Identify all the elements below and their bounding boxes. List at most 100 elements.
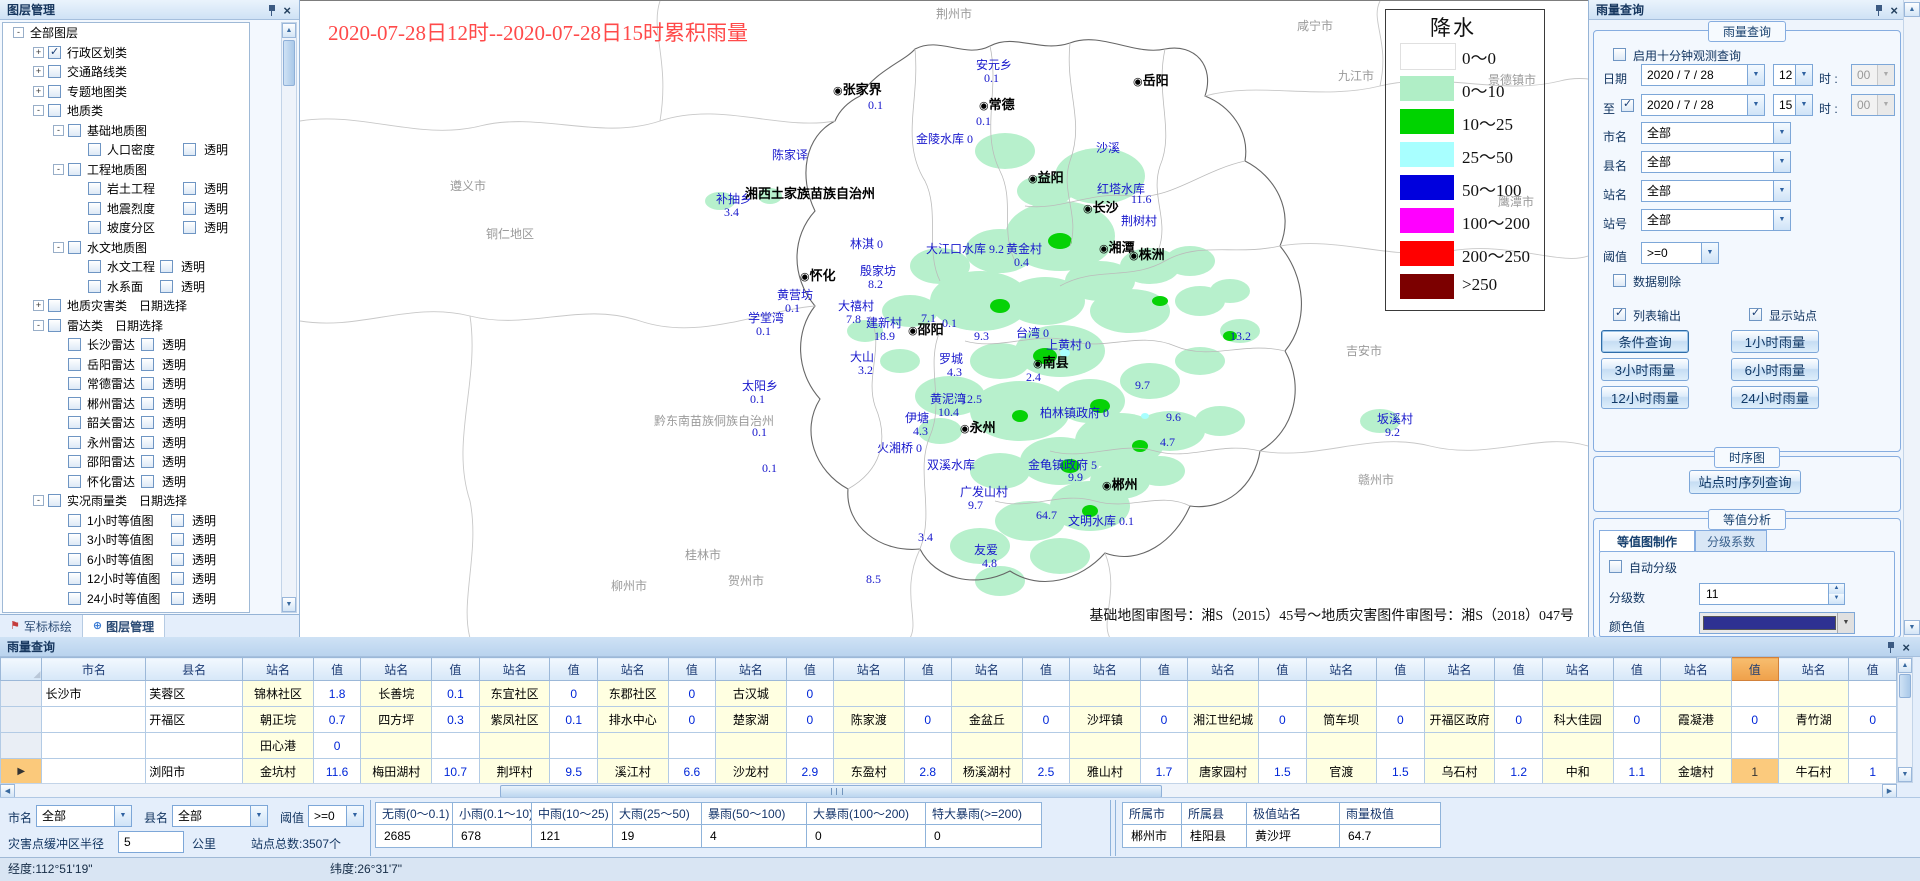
col-value[interactable]: 值 [1259, 658, 1307, 681]
col-value[interactable]: 值 [786, 658, 834, 681]
cell-station[interactable]: 乌石村 [1424, 759, 1495, 784]
cell-value[interactable] [1259, 733, 1307, 759]
cell-value[interactable] [550, 733, 598, 759]
date-select-link[interactable]: 日期选择 [139, 492, 187, 509]
layer-checkbox[interactable] [68, 338, 81, 351]
cell-station[interactable]: 东郡社区 [597, 681, 668, 707]
cell-value[interactable] [1495, 681, 1543, 707]
cell-station[interactable]: 紫凤社区 [479, 707, 550, 733]
transparent-checkbox[interactable] [183, 221, 196, 234]
tree-expander-icon[interactable]: - [53, 242, 64, 253]
cell-value[interactable]: 1.7 [1140, 759, 1188, 784]
tree-item-1小时等值图[interactable]: 1小时等值图透明 [3, 511, 249, 531]
layer-checkbox[interactable] [68, 572, 81, 585]
col-value[interactable]: 值 [313, 658, 361, 681]
col-county[interactable]: 县名 [146, 658, 243, 681]
layer-checkbox[interactable] [68, 592, 81, 605]
tree-item-24小时等值图[interactable]: 24小时等值图透明 [3, 589, 249, 609]
cell-station[interactable]: 官渡 [1306, 759, 1376, 784]
tree-item-3小时等值图[interactable]: 3小时等值图透明 [3, 530, 249, 550]
ten-minute-checkbox[interactable] [1613, 48, 1626, 61]
cell-value[interactable]: 0.3 [432, 707, 480, 733]
tree-item-工程地质图[interactable]: -工程地质图 [3, 160, 249, 180]
cell-value[interactable]: 0 [668, 707, 716, 733]
scroll-left-icon[interactable]: ◀ [0, 784, 15, 798]
tree-item-6小时等值图[interactable]: 6小时等值图透明 [3, 550, 249, 570]
tree-item-专题地图类[interactable]: +专题地图类 [3, 82, 249, 102]
cell-value[interactable]: 0 [1849, 707, 1897, 733]
cell-value[interactable] [1495, 733, 1543, 759]
cell-value[interactable] [1377, 681, 1425, 707]
cell-station[interactable] [479, 733, 550, 759]
cell-value[interactable] [1849, 733, 1897, 759]
close-icon[interactable]: × [1902, 641, 1910, 654]
show-stations-checkbox[interactable] [1749, 308, 1762, 321]
tree-item-地质类[interactable]: -地质类 [3, 101, 249, 121]
col-value[interactable]: 值 [904, 658, 952, 681]
auto-grade-checkbox[interactable] [1609, 560, 1622, 573]
col-station[interactable]: 站名 [361, 658, 432, 681]
cell-station[interactable]: 沙坪镇 [1070, 707, 1140, 733]
row-selector[interactable] [1, 707, 42, 733]
scrollbar-thumb[interactable] [283, 40, 295, 86]
date-from-combo[interactable]: 2020 / 7 / 28▼ [1641, 64, 1765, 86]
transparent-checkbox[interactable] [160, 280, 173, 293]
layer-checkbox[interactable] [68, 416, 81, 429]
date-select-link[interactable]: 日期选择 [139, 297, 187, 314]
transparent-checkbox[interactable] [183, 182, 196, 195]
cell-value[interactable] [904, 733, 952, 759]
panel-scrollbar[interactable]: ▲ ▼ [1903, 0, 1920, 637]
cell-station[interactable]: 中和 [1542, 759, 1613, 784]
cell-value[interactable] [432, 733, 480, 759]
cell-value[interactable]: 9.5 [550, 759, 598, 784]
tree-expander-icon[interactable]: + [33, 86, 44, 97]
cell-station[interactable] [952, 681, 1023, 707]
scroll-up-icon[interactable]: ▲ [1898, 658, 1912, 673]
cell-station[interactable]: 霞凝港 [1661, 707, 1731, 733]
cell-station[interactable]: 牛石村 [1778, 759, 1848, 784]
transparent-checkbox[interactable] [141, 377, 154, 390]
col-station[interactable]: 站名 [834, 658, 904, 681]
cell-value[interactable]: 10.7 [432, 759, 480, 784]
layer-checkbox[interactable] [68, 124, 81, 137]
layer-checkbox[interactable] [68, 241, 81, 254]
col-value[interactable]: 值 [1140, 658, 1188, 681]
table-row[interactable]: 田心港0 [1, 733, 1897, 759]
city-combo[interactable]: 全部▼ [1641, 122, 1791, 144]
cell-value[interactable]: 0 [313, 733, 361, 759]
scroll-up-icon[interactable]: ▲ [1904, 2, 1920, 17]
scroll-up-icon[interactable]: ▲ [282, 23, 296, 38]
cell-station[interactable] [1661, 733, 1731, 759]
scrollbar-thumb[interactable] [1899, 674, 1911, 698]
cell-value[interactable]: 1 [1849, 759, 1897, 784]
cell-station[interactable]: 筒车坝 [1306, 707, 1376, 733]
tab-军标标绘[interactable]: ⚑军标标绘 [0, 615, 83, 637]
tree-expander-icon[interactable]: + [33, 47, 44, 58]
tree-expander-icon[interactable]: + [33, 66, 44, 77]
cell-value[interactable]: 0 [904, 707, 952, 733]
tree-item-交通路线类[interactable]: +交通路线类 [3, 62, 249, 82]
cell-value[interactable] [904, 681, 952, 707]
cell-value[interactable]: 0 [1259, 707, 1307, 733]
transparent-checkbox[interactable] [171, 572, 184, 585]
transparent-checkbox[interactable] [141, 358, 154, 371]
col-value[interactable]: 值 [1377, 658, 1425, 681]
button-24小时雨量[interactable]: 24小时雨量 [1731, 386, 1819, 409]
cell-station[interactable] [834, 733, 904, 759]
cell-station[interactable]: 溪江村 [597, 759, 668, 784]
cell-station[interactable]: 雅山村 [1070, 759, 1140, 784]
station-no-combo[interactable]: 全部▼ [1641, 209, 1791, 231]
cell-value[interactable]: 2.8 [904, 759, 952, 784]
col-station[interactable]: 站名 [1306, 658, 1376, 681]
tree-item-韶关雷达[interactable]: 韶关雷达透明 [3, 413, 249, 433]
cell-value[interactable]: 0.7 [313, 707, 361, 733]
cell-station[interactable]: 唐家园村 [1188, 759, 1259, 784]
cell-value[interactable] [1849, 681, 1897, 707]
station-timeseries-button[interactable]: 站点时序列查询 [1689, 470, 1801, 494]
current-row-marker[interactable]: ▶ [1, 759, 42, 784]
tree-item-坡度分区[interactable]: 坡度分区透明 [3, 218, 249, 238]
transparent-checkbox[interactable] [141, 416, 154, 429]
transparent-checkbox[interactable] [141, 475, 154, 488]
cell-station[interactable] [1424, 681, 1495, 707]
layer-checkbox[interactable] [68, 475, 81, 488]
